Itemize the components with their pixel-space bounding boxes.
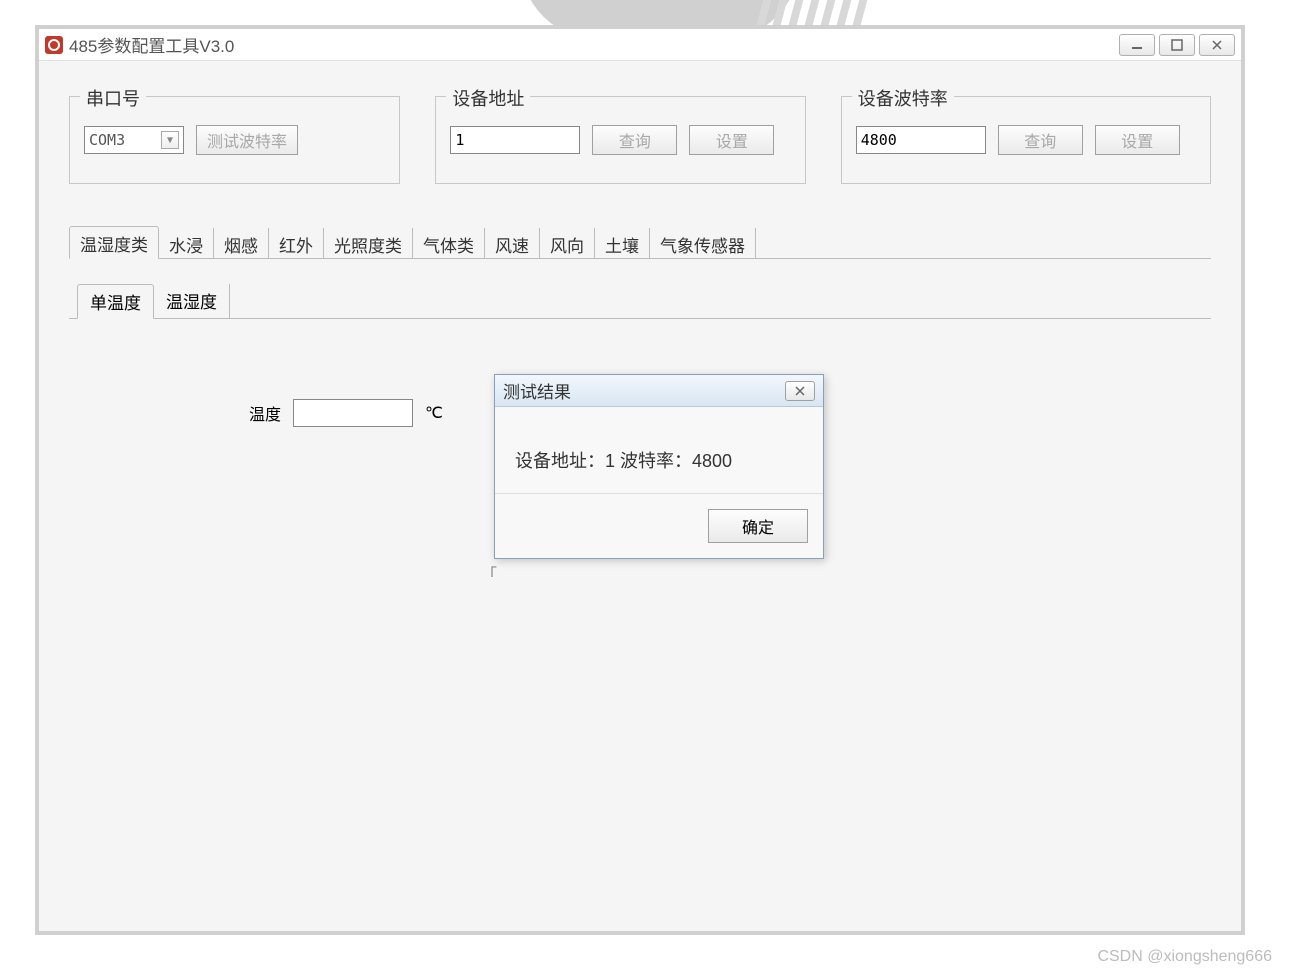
baud-set-button[interactable]: 设置: [1095, 125, 1180, 155]
subtab-single-temp[interactable]: 单温度: [77, 284, 154, 319]
dialog-ok-button[interactable]: 确定: [708, 509, 808, 543]
temp-unit: ℃: [425, 403, 443, 423]
minimize-button[interactable]: [1119, 34, 1155, 56]
decoration-stripes: [760, 0, 864, 25]
main-window: 485参数配置工具V3.0 串口号 COM3 ▼: [35, 25, 1245, 935]
tab-temp-humidity[interactable]: 温湿度类: [69, 226, 159, 259]
address-legend: 设备地址: [446, 85, 530, 111]
dialog-message: 设备地址：1 波特率：4800: [495, 407, 823, 493]
tab-soil[interactable]: 土壤: [595, 228, 650, 259]
baud-query-button[interactable]: 查询: [998, 125, 1083, 155]
tab-winddir[interactable]: 风向: [540, 228, 595, 259]
close-button[interactable]: [1199, 34, 1235, 56]
baud-input[interactable]: [856, 126, 986, 154]
dialog-titlebar: 测试结果: [495, 375, 823, 407]
sub-tabs: 单温度 温湿度: [77, 284, 1211, 319]
tab-weather[interactable]: 气象传感器: [650, 228, 756, 259]
tab-windspeed[interactable]: 风速: [485, 228, 540, 259]
temp-label: 温度: [249, 401, 281, 425]
fieldset-baud: 设备波特率 查询 设置: [841, 96, 1211, 184]
dialog-close-button[interactable]: [785, 381, 815, 401]
titlebar: 485参数配置工具V3.0: [39, 29, 1241, 61]
tab-gas[interactable]: 气体类: [413, 228, 485, 259]
maximize-button[interactable]: [1159, 34, 1195, 56]
tab-light[interactable]: 光照度类: [324, 228, 413, 259]
tab-water[interactable]: 水浸: [159, 228, 214, 259]
serial-combo[interactable]: COM3 ▼: [84, 126, 184, 154]
baud-legend: 设备波特率: [852, 85, 954, 111]
tab-smoke[interactable]: 烟感: [214, 228, 269, 259]
chevron-down-icon: ▼: [161, 131, 179, 149]
result-dialog: 测试结果 设备地址：1 波特率：4800 确定: [494, 374, 824, 559]
address-query-button[interactable]: 查询: [592, 125, 677, 155]
fieldset-serial: 串口号 COM3 ▼ 测试波特率: [69, 96, 400, 184]
bracket-mark: 「: [481, 561, 497, 585]
window-title: 485参数配置工具V3.0: [69, 32, 234, 57]
dialog-title-text: 测试结果: [503, 378, 571, 403]
address-set-button[interactable]: 设置: [689, 125, 774, 155]
app-icon: [45, 36, 63, 54]
test-baud-button[interactable]: 测试波特率: [196, 125, 298, 155]
fieldset-address: 设备地址 查询 设置: [435, 96, 805, 184]
serial-legend: 串口号: [80, 85, 146, 111]
main-tabs: 温湿度类 水浸 烟感 红外 光照度类 气体类 风速 风向 土壤 气象传感器: [69, 229, 1211, 259]
serial-combo-value: COM3: [89, 131, 125, 149]
tab-infrared[interactable]: 红外: [269, 228, 324, 259]
temp-input[interactable]: [293, 399, 413, 427]
address-input[interactable]: [450, 126, 580, 154]
watermark: CSDN @xiongsheng666: [1097, 948, 1272, 966]
subtab-temp-humidity[interactable]: 温湿度: [154, 284, 230, 319]
